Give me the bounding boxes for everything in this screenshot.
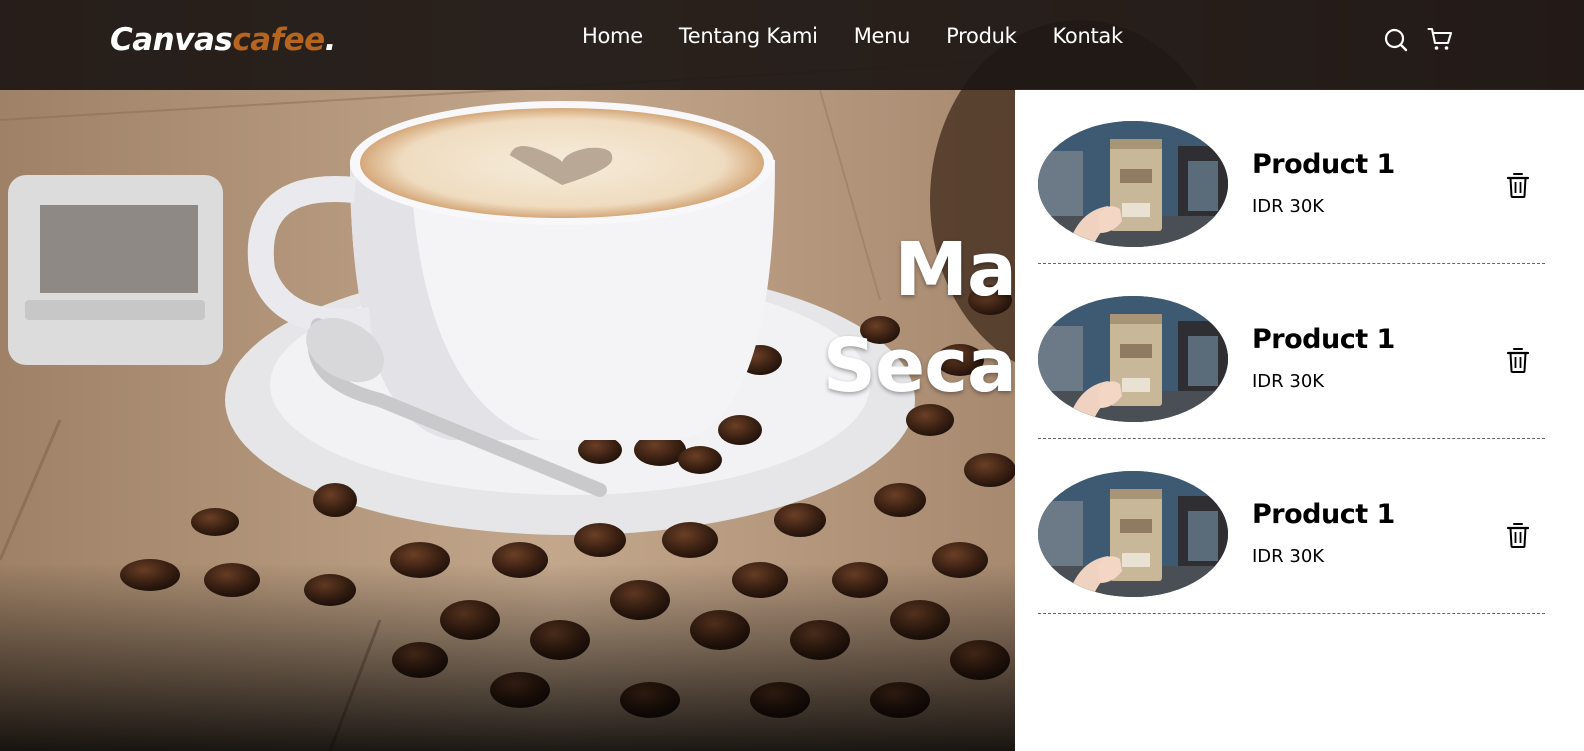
hero-headline-line1: Ma bbox=[894, 227, 1017, 313]
brand-logo[interactable]: Canvascafee. bbox=[110, 22, 336, 58]
product-name: Product 1 bbox=[1252, 499, 1395, 530]
product-image bbox=[1038, 471, 1228, 597]
product-price: IDR 30K bbox=[1252, 546, 1325, 567]
trash-icon[interactable] bbox=[1505, 346, 1531, 374]
brand-part3: . bbox=[324, 22, 337, 58]
shopping-cart-panel: Product 1 IDR 30K Product 1 IDR 30K Prod… bbox=[1015, 89, 1584, 751]
navbar: Canvascafee. Home Tentang Kami Menu Prod… bbox=[0, 0, 1584, 90]
cart-icon[interactable] bbox=[1427, 26, 1453, 52]
trash-icon[interactable] bbox=[1505, 171, 1531, 199]
brand-part1: Canvas bbox=[110, 22, 233, 58]
nav-link-kontak[interactable]: Kontak bbox=[1053, 24, 1124, 48]
brand-part2: cafee bbox=[232, 22, 325, 58]
nav-link-home[interactable]: Home bbox=[582, 24, 643, 48]
hero-headline-line2: Seca bbox=[822, 323, 1017, 409]
cart-item: Product 1 IDR 30K bbox=[1038, 264, 1545, 439]
cart-item: Product 1 IDR 30K bbox=[1038, 439, 1545, 614]
nav-link-produk[interactable]: Produk bbox=[946, 24, 1017, 48]
product-image bbox=[1038, 121, 1228, 247]
search-icon[interactable] bbox=[1383, 26, 1409, 52]
product-image bbox=[1038, 296, 1228, 422]
nav-link-tentang-kami[interactable]: Tentang Kami bbox=[679, 24, 818, 48]
trash-icon[interactable] bbox=[1505, 521, 1531, 549]
product-price: IDR 30K bbox=[1252, 196, 1325, 217]
nav-icons bbox=[1383, 26, 1453, 52]
product-name: Product 1 bbox=[1252, 149, 1395, 180]
hero-headline: Ma Seca bbox=[822, 222, 1017, 414]
nav-links: Home Tentang Kami Menu Produk Kontak bbox=[582, 24, 1123, 48]
product-name: Product 1 bbox=[1252, 324, 1395, 355]
nav-link-menu[interactable]: Menu bbox=[854, 24, 911, 48]
product-price: IDR 30K bbox=[1252, 371, 1325, 392]
cart-item: Product 1 IDR 30K bbox=[1038, 89, 1545, 264]
